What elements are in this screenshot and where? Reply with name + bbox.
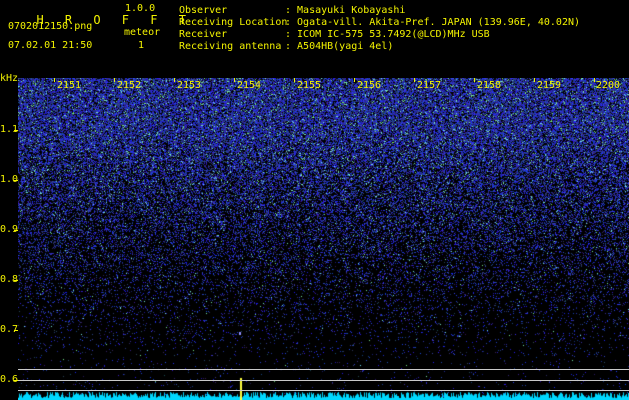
x-tick-mark — [594, 78, 595, 82]
y-tick-mark — [14, 380, 18, 381]
info-value-receiver: : ICOM IC-575 53.7492(@LCD)MHz USB — [285, 29, 490, 40]
x-tick-mark — [294, 78, 295, 82]
x-tick-mark — [414, 78, 415, 82]
info-key-receiver: Receiver — [179, 29, 228, 40]
y-tick-mark — [14, 330, 18, 331]
meteor-count: 1 — [138, 40, 145, 51]
app-version: 1.0.0 — [125, 3, 156, 14]
x-tick-label-5: 2155 — [297, 80, 322, 91]
y-tick-mark — [14, 230, 18, 231]
x-tick-label-7: 2157 — [417, 80, 442, 91]
x-tick-mark — [534, 78, 535, 82]
spectrogram-canvas — [18, 78, 629, 400]
reference-line-upper — [18, 369, 629, 370]
x-tick-label-8: 2158 — [477, 80, 502, 91]
x-tick-label-10: 2200 — [596, 80, 621, 91]
info-value-antenna: : A504HB(yagi 4el) — [285, 41, 394, 52]
info-key-location: Receiving Location — [179, 17, 288, 28]
x-tick-label-1: 2151 — [57, 80, 82, 91]
file-name: 0702012150.png — [8, 21, 93, 32]
y-tick-mark — [14, 130, 18, 131]
x-tick-label-3: 2153 — [177, 80, 202, 91]
x-tick-label-4: 2154 — [237, 80, 262, 91]
reference-line-lower — [18, 390, 629, 391]
info-key-antenna: Receiving antenna — [179, 41, 282, 52]
x-tick-mark — [234, 78, 235, 82]
spectrogram — [18, 78, 629, 400]
info-key-observer: Observer — [179, 5, 228, 16]
reference-line-middle — [18, 380, 629, 381]
info-value-location: : Ogata-vill. Akita-Pref. JAPAN (139.96E… — [285, 17, 581, 28]
y-tick-mark — [14, 180, 18, 181]
x-tick-mark — [474, 78, 475, 82]
x-tick-mark — [354, 78, 355, 82]
x-tick-mark — [114, 78, 115, 82]
y-tick-mark — [14, 280, 18, 281]
y-axis-unit: kHz — [0, 73, 19, 84]
x-tick-mark — [174, 78, 175, 82]
mode-label: meteor — [124, 27, 161, 38]
info-value-observer: : Masayuki Kobayashi — [285, 5, 406, 16]
x-tick-label-2: 2152 — [117, 80, 142, 91]
x-tick-label-9: 2159 — [537, 80, 562, 91]
date-time: 07.02.01 21:50 — [8, 40, 93, 51]
x-tick-mark — [54, 78, 55, 82]
x-tick-label-6: 2156 — [357, 80, 382, 91]
